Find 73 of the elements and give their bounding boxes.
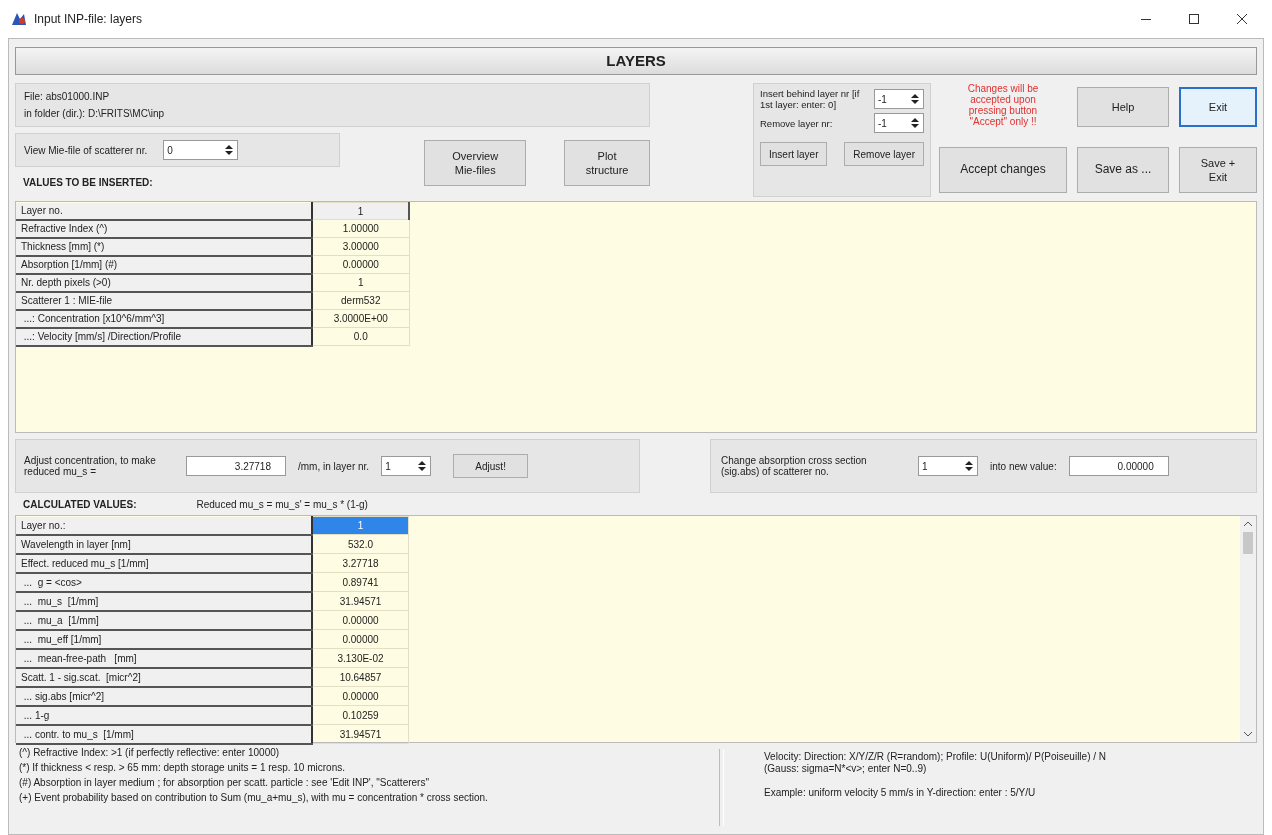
- table-cell[interactable]: 3.130E-02: [312, 648, 409, 668]
- dialog-button[interactable]: Save + Exit: [1179, 147, 1257, 193]
- insert-layer-button[interactable]: Insert layer: [760, 142, 828, 166]
- insert-label: Insert behind layer nr [if 1st layer: enter: 0]: [760, 88, 861, 110]
- number-spinner[interactable]: 0: [163, 140, 239, 160]
- note-text: Velocity: Direction: X/Y/Z/R (R=random); Profile: U(Uniform)/ P(Poiseuille) / N: [764, 751, 1107, 762]
- formula-text: Reduced mu_s = mu_s' = mu_s * (1-g): [196, 498, 368, 510]
- number-spinner[interactable]: 1: [918, 456, 978, 476]
- value-field[interactable]: 0.00000: [1068, 456, 1169, 476]
- maximize-icon[interactable]: [1188, 13, 1200, 25]
- spin-arrows-icon: [910, 116, 920, 130]
- unit-label: /mm, in layer nr.: [298, 460, 370, 472]
- warning-text: Changes will be accepted upon pressing button "Accept" only !!: [966, 83, 1040, 129]
- number-spinner[interactable]: 1: [381, 456, 432, 476]
- table-cell[interactable]: 31.94571: [312, 724, 409, 744]
- table-cell[interactable]: 0.00000: [312, 629, 409, 649]
- note-text: (*) If thickness < resp. > 65 mm: depth storage units = 1 resp. 10 microns.: [19, 762, 346, 773]
- number-spinner[interactable]: -1: [874, 89, 924, 109]
- table-cell[interactable]: 3.00000: [312, 237, 409, 256]
- table-cell[interactable]: 1: [312, 273, 409, 292]
- note-text: (Gauss: sigma=N*<v>; enter N=0..9): [764, 763, 928, 774]
- table-cell[interactable]: 1: [312, 202, 409, 220]
- dialog-button[interactable]: Accept changes: [939, 147, 1067, 193]
- table-cell[interactable]: 0.10259: [312, 705, 409, 725]
- folder-path: in folder (dir.): D:\FRITS\MC\inp: [24, 108, 166, 119]
- note-text: (#) Absorption in layer medium ; for absorption per scatt. particle : see 'Edit INP', "Scatterers": [19, 777, 430, 788]
- spin-arrows-icon: [224, 143, 235, 157]
- dialog-button[interactable]: Exit: [1179, 87, 1257, 127]
- scroll-up-icon[interactable]: [1243, 520, 1253, 528]
- remove-layer-button[interactable]: Remove layer: [844, 142, 924, 166]
- adjust-label: Adjust concentration, to make reduced mu_s =: [24, 455, 157, 477]
- table-cell[interactable]: 0.00000: [312, 610, 409, 630]
- file-name: File: abs01000.INP: [24, 91, 111, 102]
- table-cell[interactable]: 0.89741: [312, 572, 409, 592]
- table-cell[interactable]: 3.27718: [312, 553, 409, 573]
- app-icon: [10, 11, 28, 27]
- table-cell[interactable]: 3.0000E+00: [312, 309, 409, 328]
- absorption-label: Change absorption cross section (sig.abs) of scatterer no.: [721, 455, 868, 477]
- note-text: (^) Refractive Index: >1 (if perfectly reflective: enter 10000): [19, 747, 281, 758]
- note-text: (+) Event probability based on contribution to Sum (mu_a+mu_s), with mu = concentration * cross section.: [19, 792, 489, 803]
- spin-arrows-icon: [964, 459, 974, 473]
- dialog-button[interactable]: Save as ...: [1077, 147, 1169, 193]
- plot-button[interactable]: Plot structure: [564, 140, 650, 186]
- section-heading: CALCULATED VALUES:: [22, 498, 137, 510]
- note-text: Example: uniform velocity 5 mm/s in Y-direction: enter : 5/Y/U: [764, 787, 1037, 798]
- table-cell[interactable]: derm532: [312, 291, 409, 310]
- remove-label: Remove layer nr:: [760, 117, 834, 129]
- table-cell[interactable]: 0.00000: [312, 686, 409, 706]
- overview-button[interactable]: Overview Mie-files: [424, 140, 527, 186]
- value-field[interactable]: 3.27718: [186, 456, 286, 476]
- close-icon[interactable]: [1236, 13, 1248, 25]
- section-heading: VALUES TO BE INSERTED:: [22, 177, 154, 188]
- number-spinner[interactable]: -1: [874, 113, 924, 133]
- table-cell[interactable]: 31.94571: [312, 591, 409, 611]
- table-cell[interactable]: 10.64857: [312, 667, 409, 687]
- spin-arrows-icon: [417, 459, 428, 473]
- scroll-down-icon[interactable]: [1243, 730, 1253, 738]
- row-label: Layer no.: [16, 202, 312, 220]
- adjust-button[interactable]: Adjust!: [453, 454, 529, 478]
- row-label: Layer no.:: [16, 516, 312, 535]
- table-cell[interactable]: 0.0: [312, 327, 409, 346]
- table-cell[interactable]: 532.0: [312, 534, 409, 554]
- scrollbar[interactable]: [1240, 516, 1256, 742]
- table-cell[interactable]: 1: [312, 516, 409, 535]
- into-label: into new value:: [990, 460, 1057, 472]
- table-cell[interactable]: 1.00000: [312, 219, 409, 238]
- dialog-button[interactable]: Help: [1077, 87, 1169, 127]
- spin-arrows-icon: [910, 92, 920, 106]
- scroll-thumb[interactable]: [1243, 532, 1253, 554]
- window-title: Input INP-file: layers: [34, 12, 143, 26]
- mie-label: View Mie-file of scatterer nr.: [24, 144, 148, 156]
- table-cell[interactable]: 0.00000: [312, 255, 409, 274]
- section-header: LAYERS: [15, 47, 1257, 75]
